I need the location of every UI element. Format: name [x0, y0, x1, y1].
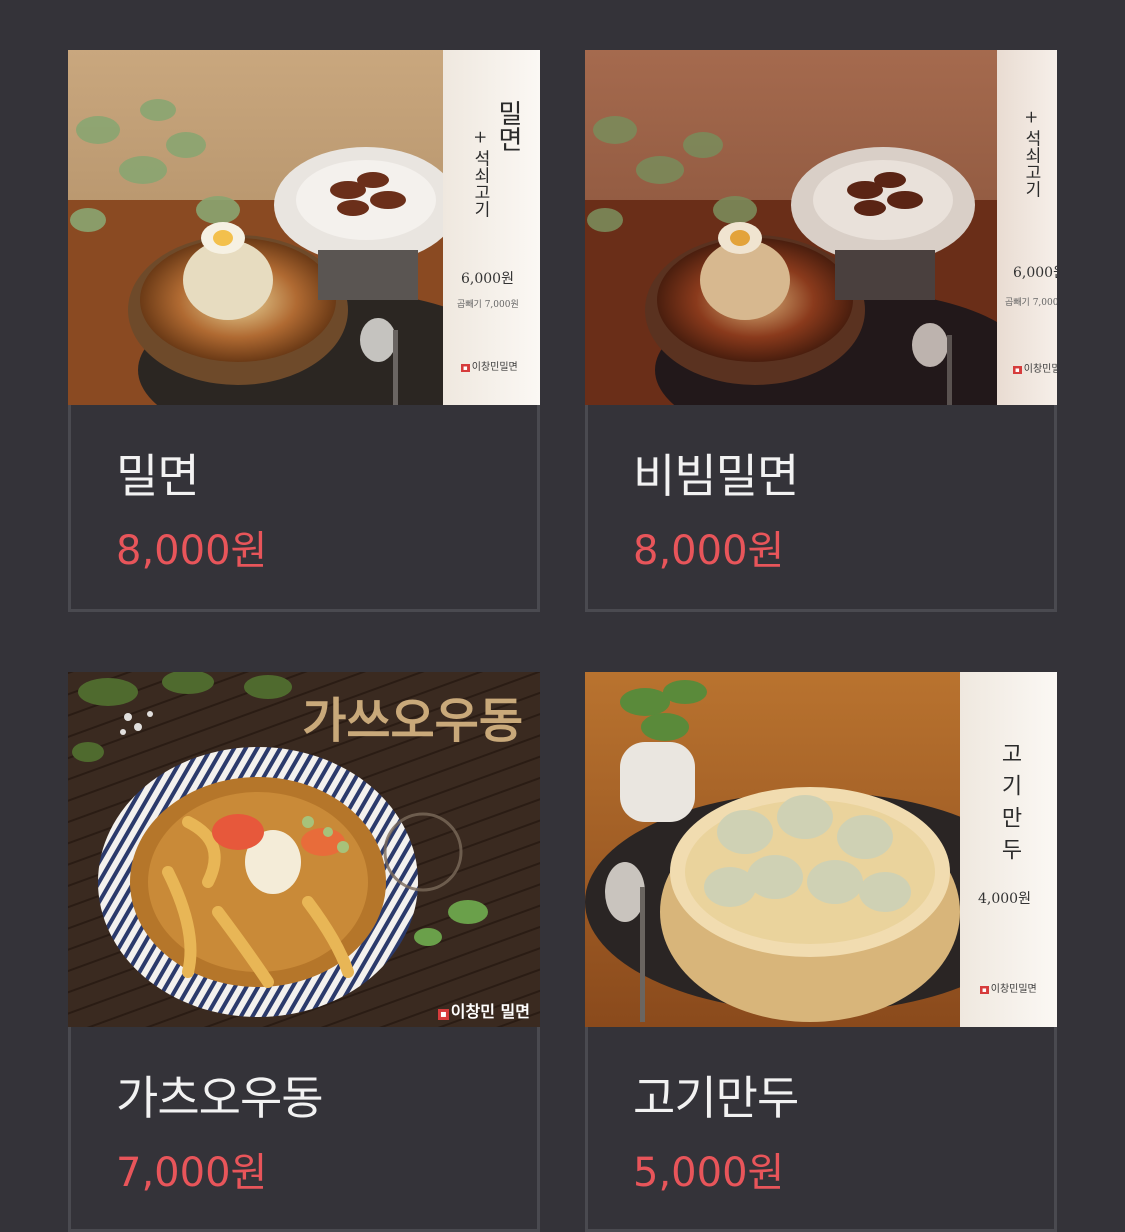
menu-card-gogi-mandu[interactable]: 고기만두 4,000원 ▪ 이창민밀면 고기만두 5,000원: [585, 672, 1057, 1232]
menu-photo[interactable]: + 석쇠고기 6,000원 곱빼기 7,000원 ▪이창민밀면: [585, 50, 1057, 405]
food-photo-image: [585, 50, 1057, 405]
menu-info: 고기만두 5,000원: [585, 1027, 1057, 1232]
brand-logo: ▪ 이창민 밀면: [438, 1002, 530, 1021]
photo-price: 6,000원: [461, 271, 514, 287]
brand-logo: ▪이창민밀면: [1013, 364, 1057, 375]
menu-item-price: 7,000원: [116, 1150, 268, 1196]
menu-info: 가츠오우동 7,000원: [68, 1027, 540, 1232]
photo-title: 고기만두: [997, 742, 1022, 870]
menu-photo[interactable]: 가쓰오우동 ▪ 이창민 밀면: [68, 672, 540, 1027]
photo-note: 곱빼기 7,000원: [457, 300, 519, 310]
menu-grid: 밀면 + 석쇠고기 6,000원 곱빼기 7,000원 ▪ 이창민밀면 밀면 8,…: [0, 0, 1125, 1232]
menu-item-name: 가츠오우동: [116, 1071, 324, 1125]
menu-item-name: 비빔밀면: [633, 449, 799, 503]
photo-price-panel: 고기만두 4,000원 ▪ 이창민밀면: [960, 672, 1057, 1027]
menu-photo[interactable]: 고기만두 4,000원 ▪ 이창민밀면: [585, 672, 1057, 1027]
menu-card-bibim-mil-myeon[interactable]: + 석쇠고기 6,000원 곱빼기 7,000원 ▪이창민밀면 비빔밀면 8,0…: [585, 50, 1057, 612]
photo-price: 6,000원: [1013, 265, 1057, 281]
photo-note: 곱빼기 7,000원: [1005, 298, 1057, 308]
brand-logo: ▪이창민밀면: [461, 362, 518, 373]
menu-photo[interactable]: 밀면 + 석쇠고기 6,000원 곱빼기 7,000원 ▪ 이창민밀면: [68, 50, 540, 405]
menu-item-name: 밀면: [116, 449, 200, 503]
menu-item-price: 5,000원: [633, 1150, 785, 1196]
menu-info: 비빔밀면 8,000원: [585, 405, 1057, 612]
brand-logo: ▪이창민밀면: [980, 984, 1037, 995]
photo-price: 4,000원: [978, 891, 1031, 907]
photo-subtitle: + 석쇠고기: [470, 130, 490, 218]
menu-item-price: 8,000원: [633, 528, 785, 574]
menu-card-katsuo-udon[interactable]: 가쓰오우동 ▪ 이창민 밀면 가츠오우동 7,000원: [68, 672, 540, 1232]
photo-title: 가쓰오우동: [302, 693, 523, 749]
menu-info: 밀면 8,000원: [68, 405, 540, 612]
menu-item-name: 고기만두: [633, 1071, 799, 1125]
food-photo-image: 가쓰오우동: [68, 672, 540, 1027]
photo-subtitle: + 석쇠고기: [1021, 110, 1041, 198]
photo-price-panel: 밀면 + 석쇠고기 6,000원 곱빼기 7,000원 ▪ 이창민밀면: [443, 50, 540, 405]
photo-price-panel: + 석쇠고기 6,000원 곱빼기 7,000원 ▪이창민밀면: [997, 50, 1057, 405]
menu-card-mil-myeon[interactable]: 밀면 + 석쇠고기 6,000원 곱빼기 7,000원 ▪ 이창민밀면 밀면 8,…: [68, 50, 540, 612]
photo-title: 밀면: [493, 100, 523, 152]
menu-item-price: 8,000원: [116, 528, 268, 574]
